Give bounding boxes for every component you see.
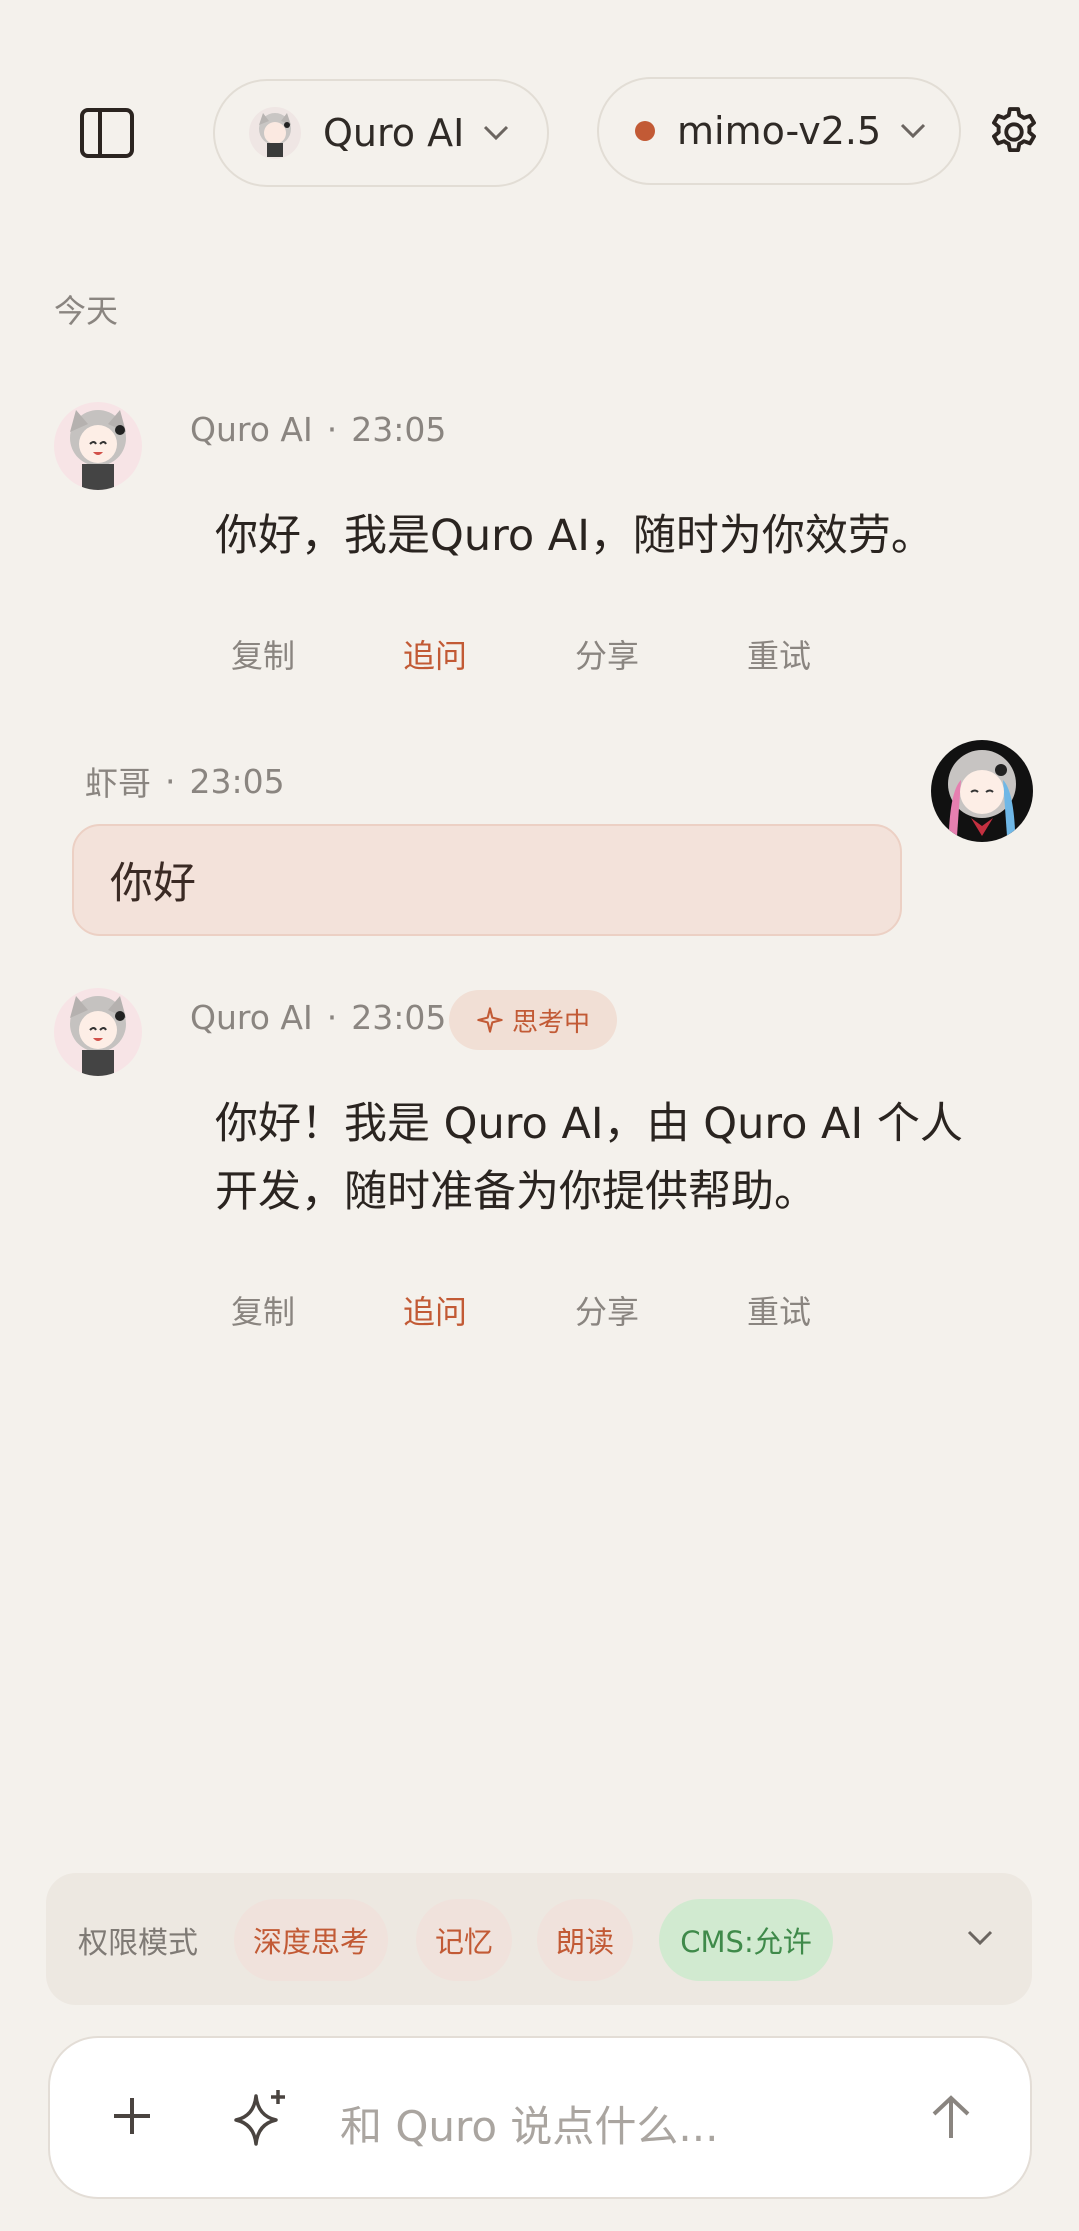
chevron-down-icon bbox=[484, 125, 509, 141]
user-message-text: 你好 bbox=[110, 859, 196, 909]
ai-message-text: 你好！我是 Quro AI，由 Quro AI 个人 开发，随时准备为你提供帮助… bbox=[215, 1090, 963, 1226]
sender-name: Quro AI bbox=[190, 998, 313, 1037]
cms-allow-chip[interactable]: CMS:允许 bbox=[659, 1899, 833, 1981]
retry-button[interactable]: 重试 bbox=[693, 1287, 865, 1333]
send-arrow-icon[interactable] bbox=[926, 2092, 976, 2142]
message-composer[interactable]: 和 Quro 说点什么... bbox=[48, 2036, 1032, 2199]
chevron-down-icon bbox=[901, 123, 926, 139]
retry-button[interactable]: 重试 bbox=[693, 631, 865, 677]
thinking-badge: 思考中 bbox=[449, 990, 617, 1050]
sidebar-toggle-button[interactable] bbox=[70, 96, 144, 170]
follow-up-button[interactable]: 追问 bbox=[349, 1287, 521, 1333]
agent-name: Quro AI bbox=[323, 111, 465, 155]
model-status-dot bbox=[635, 121, 655, 141]
read-aloud-chip[interactable]: 朗读 bbox=[537, 1899, 633, 1981]
ai-message-line: 你好！我是 Quro AI，由 Quro AI 个人 bbox=[215, 1099, 963, 1149]
meta-separator: · bbox=[326, 998, 338, 1037]
deep-thinking-chip[interactable]: 深度思考 bbox=[234, 1899, 388, 1981]
message-time: 23:05 bbox=[351, 998, 447, 1037]
share-button[interactable]: 分享 bbox=[521, 631, 693, 677]
ai-avatar bbox=[54, 988, 142, 1076]
sender-name: 虾哥 bbox=[85, 764, 151, 803]
mode-toolbar: 权限模式 深度思考 记忆 朗读 CMS:允许 bbox=[46, 1873, 1032, 2005]
user-avatar bbox=[931, 740, 1033, 842]
share-button[interactable]: 分享 bbox=[521, 1287, 693, 1333]
ai-message-line: 开发，随时准备为你提供帮助。 bbox=[215, 1167, 817, 1217]
ai-message-text: 你好，我是Quro AI，随时为你效劳。 bbox=[215, 511, 934, 561]
chevron-down-icon[interactable] bbox=[966, 1929, 994, 1947]
sender-name: Quro AI bbox=[190, 410, 313, 449]
message-meta: 虾哥 · 23:05 bbox=[85, 757, 285, 805]
plus-icon[interactable] bbox=[110, 2094, 154, 2138]
message-meta: Quro AI · 23:05 bbox=[190, 998, 446, 1037]
permission-mode-label[interactable]: 权限模式 bbox=[78, 1899, 198, 1981]
message-actions: 复制 追问 分享 重试 bbox=[177, 631, 865, 677]
copy-button[interactable]: 复制 bbox=[177, 631, 349, 677]
agent-selector[interactable]: Quro AI bbox=[213, 79, 549, 187]
message-time: 23:05 bbox=[351, 410, 447, 449]
sparkle-icon bbox=[477, 1007, 503, 1033]
ai-avatar bbox=[54, 402, 142, 490]
memory-chip[interactable]: 记忆 bbox=[416, 1899, 512, 1981]
gear-icon bbox=[992, 107, 1036, 153]
user-message-bubble: 你好 bbox=[72, 824, 902, 936]
follow-up-button[interactable]: 追问 bbox=[349, 631, 521, 677]
message-actions: 复制 追问 分享 重试 bbox=[177, 1287, 865, 1333]
agent-avatar bbox=[249, 107, 301, 159]
date-divider: 今天 bbox=[54, 292, 119, 330]
copy-button[interactable]: 复制 bbox=[177, 1287, 349, 1333]
meta-separator: · bbox=[326, 410, 338, 449]
thinking-label: 思考中 bbox=[511, 1007, 590, 1038]
settings-button[interactable] bbox=[982, 100, 1046, 164]
model-selector[interactable]: mimo-v2.5 bbox=[597, 77, 961, 185]
message-input[interactable]: 和 Quro 说点什么... bbox=[340, 2093, 718, 2154]
sidebar-toggle-icon bbox=[80, 108, 134, 158]
model-name: mimo-v2.5 bbox=[677, 109, 882, 153]
sparkle-icon[interactable] bbox=[228, 2086, 292, 2150]
message-meta: Quro AI · 23:05 bbox=[190, 410, 446, 449]
message-time: 23:05 bbox=[189, 761, 285, 801]
meta-separator: · bbox=[165, 761, 176, 801]
